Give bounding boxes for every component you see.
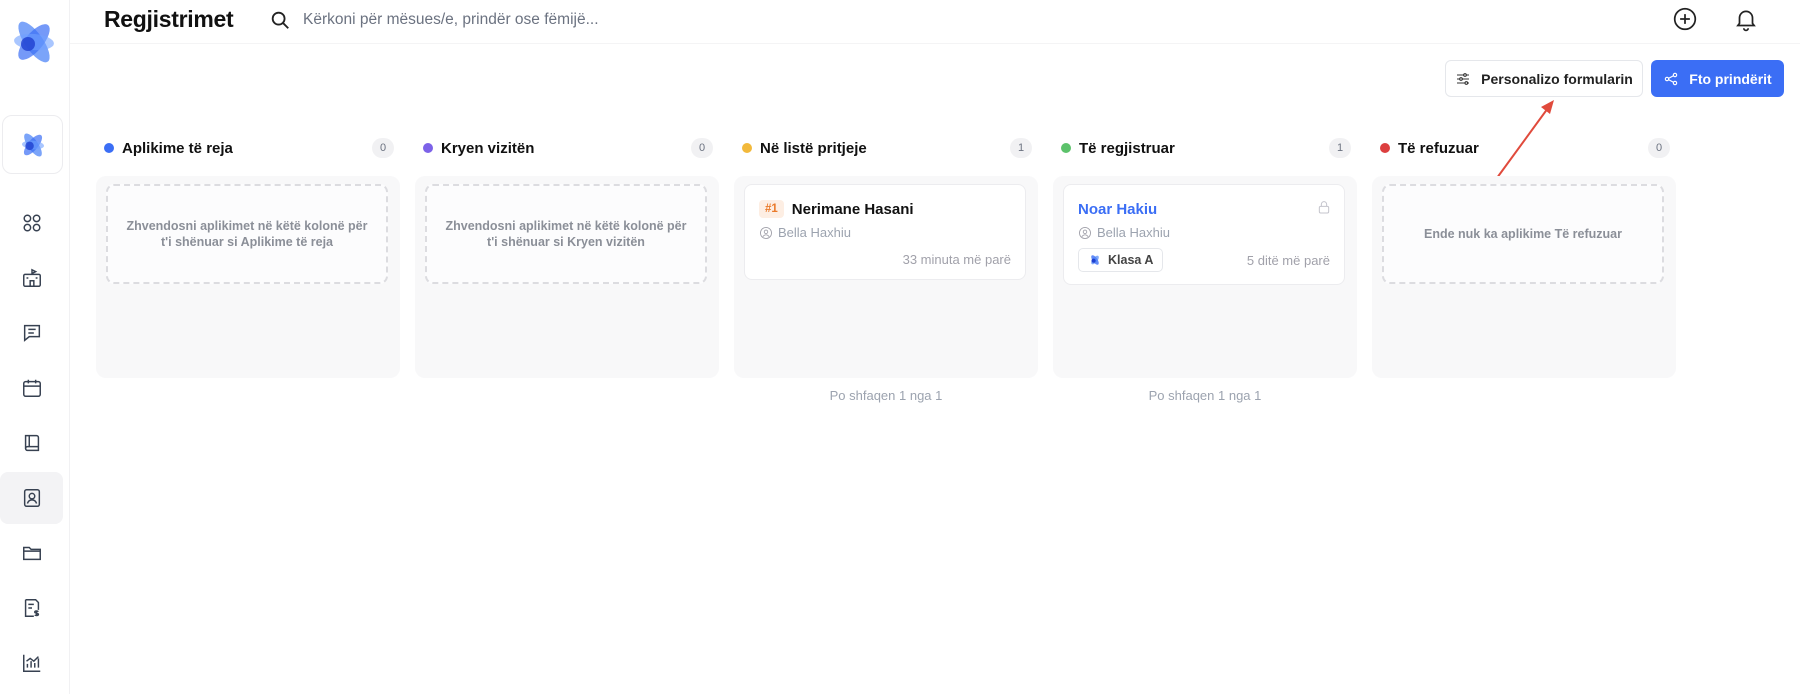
class-logo-icon: [1091, 255, 1099, 265]
school-logo[interactable]: [2, 115, 63, 174]
bell-icon: [1736, 10, 1756, 32]
column-visited: Kryen vizitën 0 Zhvendosni aplikimet në …: [415, 136, 719, 378]
application-number-badge: #1: [759, 200, 784, 218]
column-drop-area[interactable]: Zhvendosni aplikimet në këtë kolonë për …: [415, 176, 719, 378]
school-logo-icon: [21, 132, 44, 157]
user-circle-icon: [1079, 226, 1091, 239]
analytics-icon: [22, 654, 40, 672]
card-timestamp: 33 minuta më parë: [902, 252, 1011, 267]
status-dot: [104, 143, 114, 153]
column-drop-area[interactable]: Ende nuk ka aplikime Të refuzuar: [1372, 176, 1676, 378]
search-bar[interactable]: [269, 6, 829, 34]
nav-dashboard[interactable]: [0, 197, 63, 249]
lock-icon: [1316, 199, 1332, 220]
card-timestamp: 5 ditë më parë: [1246, 252, 1330, 268]
nav-billing[interactable]: [0, 582, 63, 634]
parent-info: Bella Haxhiu: [1078, 225, 1330, 240]
column-count-badge: 0: [372, 138, 394, 158]
empty-drop-zone: Zhvendosni aplikimet në këtë kolonë për …: [106, 184, 388, 284]
sliders-icon: [1457, 72, 1470, 85]
book-icon: [24, 434, 39, 452]
invite-parents-button[interactable]: Fto prindërit: [1651, 60, 1784, 97]
top-bar: Regjistrimet: [70, 0, 1800, 44]
nav-analytics[interactable]: [0, 637, 63, 689]
column-count-badge: 0: [1648, 138, 1670, 158]
status-dot: [742, 143, 752, 153]
pagination-text: Po shfaqen 1 nga 1: [829, 388, 943, 403]
nav-files[interactable]: [0, 527, 63, 579]
column-rejected: Të refuzuar 0 Ende nuk ka aplikime Të re…: [1372, 136, 1676, 378]
parent-name: Bella Haxhiu: [778, 225, 851, 240]
column-drop-area[interactable]: Zhvendosni aplikimet në këtë kolonë për …: [96, 176, 400, 378]
column-title: Të refuzuar: [1398, 139, 1479, 157]
calendar-icon: [22, 379, 41, 397]
nav-library[interactable]: [0, 417, 63, 469]
parent-info: Bella Haxhiu: [759, 225, 1011, 240]
folder-icon: [22, 546, 41, 561]
add-button[interactable]: [1670, 4, 1700, 34]
column-title: Kryen vizitën: [441, 139, 535, 157]
column-count-badge: 1: [1329, 138, 1351, 158]
column-enrolled: Të regjistruar 1 Noar Hakiu Bella Haxhiu: [1053, 136, 1357, 403]
invite-parents-label: Fto prindërit: [1689, 70, 1772, 87]
page-title: Regjistrimet: [104, 6, 234, 32]
customize-form-label: Personalizo formularin: [1481, 70, 1633, 87]
nav-schools[interactable]: [0, 252, 63, 304]
parent-name: Bella Haxhiu: [1097, 225, 1170, 240]
column-header: Aplikime të reja 0: [96, 136, 400, 160]
class-name: Klasa A: [1108, 253, 1154, 267]
column-waitlist: Në listë pritjeje 1 #1 Nerimane Hasani B…: [734, 136, 1038, 403]
column-title: Aplikime të reja: [122, 139, 233, 157]
billing-icon: [24, 599, 39, 617]
brand-logo[interactable]: [6, 14, 62, 70]
column-title: Të regjistruar: [1079, 139, 1175, 157]
status-dot: [1061, 143, 1071, 153]
application-card[interactable]: #1 Nerimane Hasani Bella Haxhiu 33 minut…: [744, 184, 1026, 280]
grid-icon: [22, 214, 41, 232]
child-name: Nerimane Hasani: [791, 200, 914, 218]
nav-calendar[interactable]: [0, 362, 63, 414]
nav-messages[interactable]: [0, 307, 63, 359]
column-drop-area[interactable]: Noar Hakiu Bella Haxhiu Klasa A 5 ditë m…: [1053, 176, 1357, 378]
brand-logo-icon: [14, 21, 54, 63]
plus-circle-icon: [1673, 7, 1697, 31]
search-icon: [271, 11, 289, 29]
column-header: Të refuzuar 0: [1372, 136, 1676, 160]
column-header: Kryen vizitën 0: [415, 136, 719, 160]
column-header: Në listë pritjeje 1: [734, 136, 1038, 160]
status-dot: [1380, 143, 1390, 153]
share-icon: [1665, 72, 1678, 85]
application-card[interactable]: Noar Hakiu Bella Haxhiu Klasa A 5 ditë m…: [1063, 184, 1345, 285]
message-icon: [23, 324, 40, 342]
empty-drop-zone: Ende nuk ka aplikime Të refuzuar: [1382, 184, 1664, 284]
enrollment-icon: [23, 489, 40, 507]
status-dot: [423, 143, 433, 153]
sidebar: [0, 0, 70, 694]
customize-form-button[interactable]: Personalizo formularin: [1445, 60, 1643, 97]
user-circle-icon: [760, 226, 772, 239]
empty-drop-zone: Zhvendosni aplikimet në këtë kolonë për …: [425, 184, 707, 284]
class-chip[interactable]: Klasa A: [1078, 248, 1164, 272]
column-drop-area[interactable]: #1 Nerimane Hasani Bella Haxhiu 33 minut…: [734, 176, 1038, 378]
child-name-link[interactable]: Noar Hakiu: [1078, 201, 1157, 218]
column-title: Në listë pritjeje: [760, 139, 867, 157]
notifications-button[interactable]: [1731, 4, 1761, 34]
column-count-badge: 1: [1010, 138, 1032, 158]
column-new-applications: Aplikime të reja 0 Zhvendosni aplikimet …: [96, 136, 400, 378]
pagination-text: Po shfaqen 1 nga 1: [1148, 388, 1262, 403]
school-icon: [22, 268, 41, 287]
column-count-badge: 0: [691, 138, 713, 158]
search-input[interactable]: [303, 11, 783, 29]
column-header: Të regjistruar 1: [1053, 136, 1357, 160]
nav-enrollments[interactable]: [0, 472, 63, 524]
